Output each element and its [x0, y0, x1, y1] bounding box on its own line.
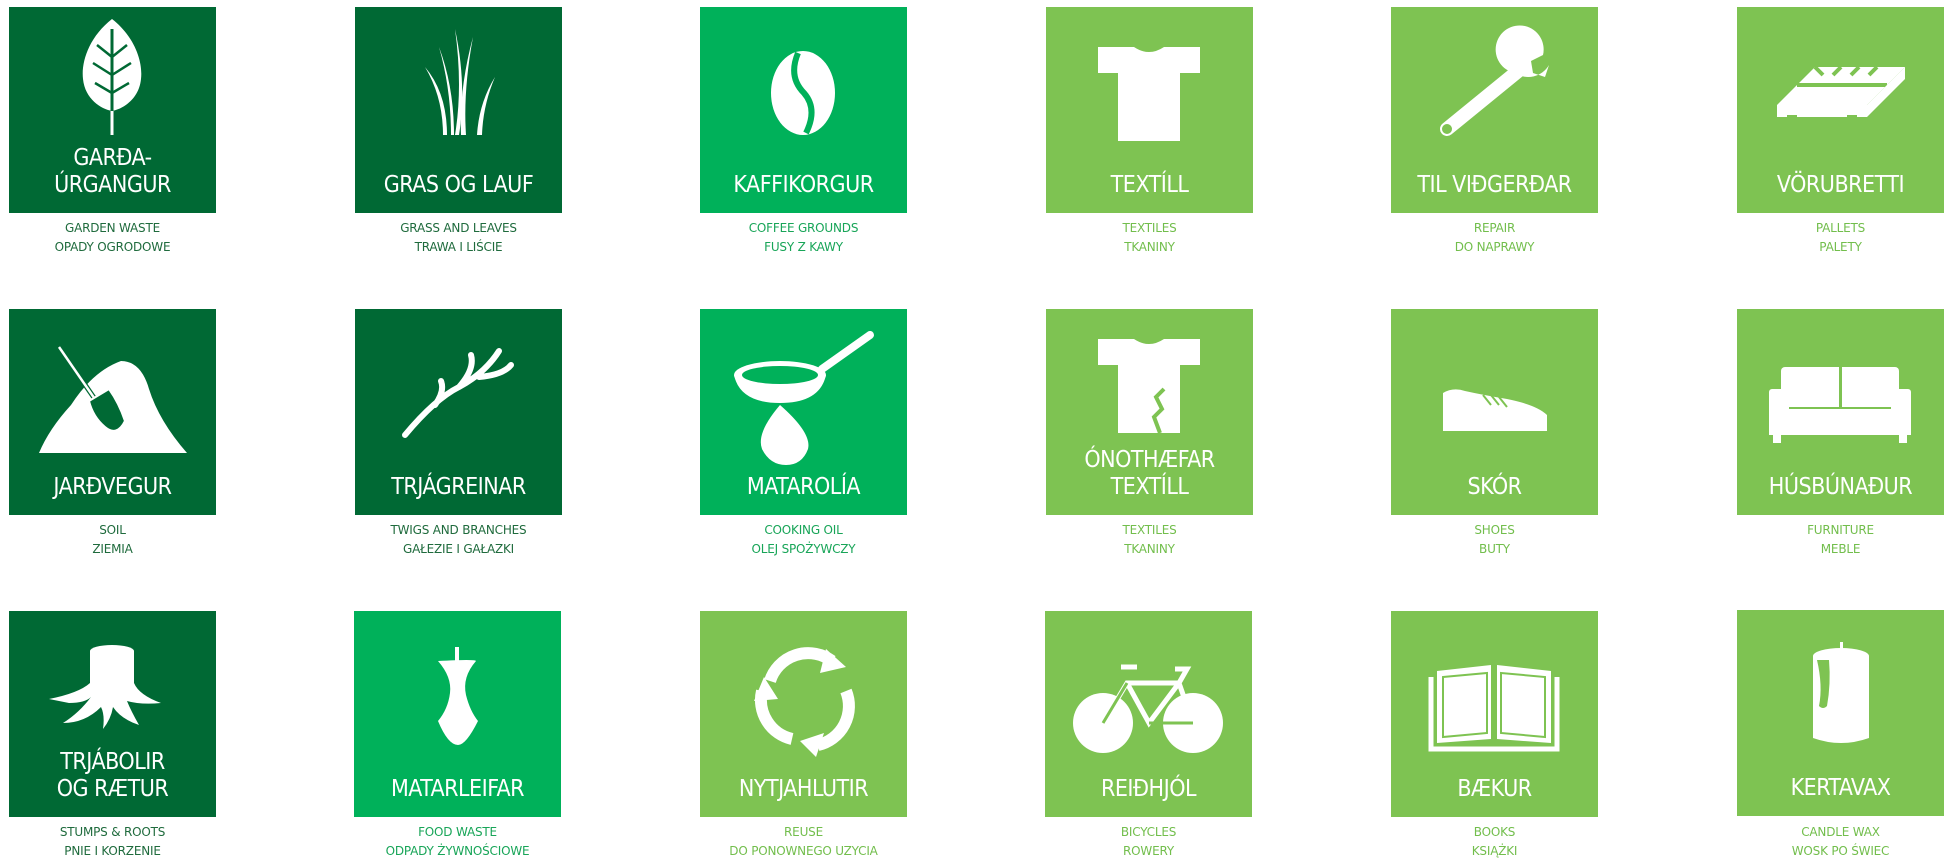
tile-title: GRAS OG LAUF: [383, 172, 534, 198]
tile-bicycles[interactable]: REIÐHJÓL: [1045, 611, 1252, 817]
tile-caption: SHOES BUTY: [1474, 523, 1515, 556]
tile-caption: PALLETS PALETY: [1815, 221, 1866, 254]
tile-title: TIL VIÐGERÐAR: [1417, 172, 1572, 198]
tile-grass-leaves[interactable]: GRAS OG LAUF: [355, 7, 562, 213]
tile-caption: REPAIR DO NAPRAWY: [1454, 221, 1535, 254]
tile-title: GARÐA- ÚRGANGUR: [54, 145, 171, 198]
tile-stumps-roots[interactable]: TRJÁBOLIR OG RÆTUR: [9, 611, 216, 817]
tile-title: KERTAVAX: [1790, 775, 1891, 801]
tile-textiles[interactable]: TEXTÍLL: [1046, 7, 1253, 213]
tile-title: VÖRUBRETTI: [1776, 172, 1905, 198]
tile-title: BÆKUR: [1457, 776, 1532, 802]
tile-title: MATAROLÍA: [746, 474, 861, 500]
tile-twigs-branches[interactable]: TRJÁGREINAR: [355, 309, 562, 515]
tile-furniture[interactable]: HÚSBÚNAÐUR: [1737, 309, 1944, 515]
tile-caption: GRASS AND LEAVES TRAWA I LIŚCIE: [400, 221, 517, 254]
tile-title: SKÓR: [1467, 474, 1522, 500]
tile-caption: FOOD WASTE ODPADY ŻYWNOŚCIOWE: [385, 825, 530, 858]
tile-caption: COOKING OIL OLEJ SPOŻYWCZY: [751, 523, 856, 556]
tile-caption: SOIL ZIEMIA: [92, 523, 133, 556]
tile-title: MATARLEIFAR: [390, 776, 525, 802]
tile-caption: TEXTILES TKANINY: [1122, 523, 1177, 556]
tile-caption: REUSE DO PONOWNEGO UZYCIA: [729, 825, 878, 858]
tile-caption: GARDEN WASTE OPADY OGRODOWE: [54, 221, 171, 254]
tile-caption: TEXTILES TKANINY: [1122, 221, 1177, 254]
tile-shoes[interactable]: SKÓR: [1391, 309, 1598, 515]
tile-title: KAFFIKORGUR: [733, 172, 874, 198]
tile-caption: STUMPS & ROOTS PNIE I KORZENIE: [59, 825, 166, 858]
tile-food-waste[interactable]: MATARLEIFAR: [354, 611, 561, 817]
tile-caption: BOOKS KSIĄŻKI: [1471, 825, 1518, 858]
tile-cooking-oil[interactable]: MATAROLÍA: [700, 309, 907, 515]
tile-caption: BICYCLES ROWERY: [1120, 825, 1177, 858]
tile-title: TEXTÍLL: [1110, 172, 1189, 198]
tile-title: REIÐHJÓL: [1100, 776, 1197, 802]
tile-caption: FURNITURE MEBLE: [1807, 523, 1874, 556]
tile-title: TRJÁBOLIR OG RÆTUR: [56, 749, 169, 802]
tile-reuse[interactable]: NYTJAHLUTIR: [700, 611, 907, 817]
tile-caption: COFFEE GROUNDS FUSY Z KAWY: [748, 221, 859, 254]
tile-soil[interactable]: JARÐVEGUR: [9, 309, 216, 515]
tile-books[interactable]: BÆKUR: [1391, 611, 1598, 817]
tile-title: HÚSBÚNAÐUR: [1768, 474, 1913, 500]
tile-repair[interactable]: TIL VIÐGERÐAR: [1391, 7, 1598, 213]
tile-garden-waste[interactable]: GARÐA- ÚRGANGUR: [9, 7, 216, 213]
tile-caption: CANDLE WAX WOSK PO ŚWIEC: [1791, 825, 1890, 858]
tile-caption: TWIGS AND BRANCHES GAŁEZIE I GAŁAZKI: [390, 523, 527, 556]
tile-title: JARÐVEGUR: [53, 474, 172, 500]
tile-unusable-textiles[interactable]: ÓNOTHÆFAR TEXTÍLL: [1046, 309, 1253, 515]
tile-title: ÓNOTHÆFAR TEXTÍLL: [1084, 447, 1215, 500]
tile-title: NYTJAHLUTIR: [738, 776, 869, 802]
tile-coffee-grounds[interactable]: KAFFIKORGUR: [700, 7, 907, 213]
tile-candle-wax[interactable]: KERTAVAX: [1737, 610, 1944, 816]
tile-title: TRJÁGREINAR: [391, 474, 526, 500]
tile-pallets[interactable]: VÖRUBRETTI: [1737, 7, 1944, 213]
